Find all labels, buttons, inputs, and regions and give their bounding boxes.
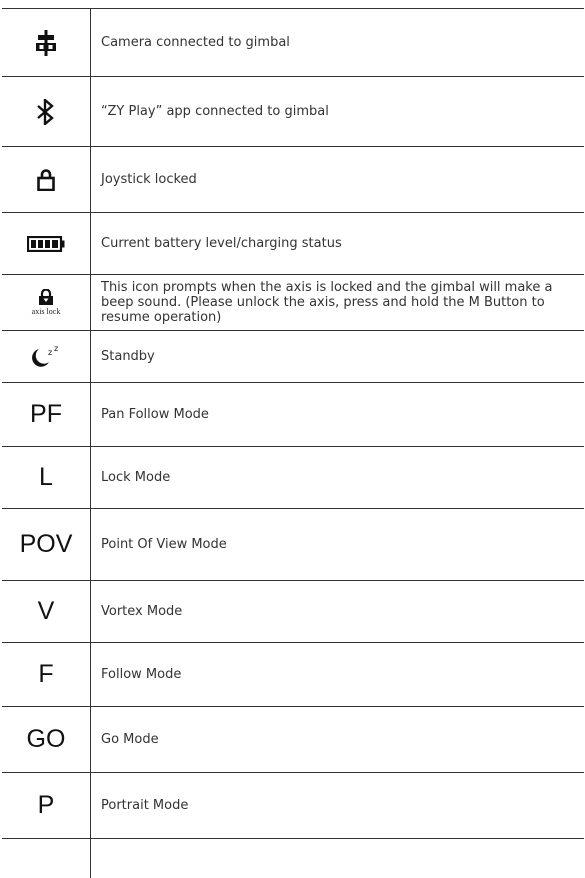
axis-lock-label: axis lock xyxy=(31,307,61,316)
axis-lock-icon: axis lock xyxy=(31,289,61,316)
row-description: Go Mode xyxy=(101,732,159,747)
icon-cell xyxy=(2,9,91,76)
icon-cell: F xyxy=(2,643,91,706)
svg-text:z: z xyxy=(54,345,58,353)
table-row: V Vortex Mode xyxy=(2,580,584,642)
row-description: Camera connected to gimbal xyxy=(101,35,290,50)
table-row: PF Pan Follow Mode xyxy=(2,382,584,446)
svg-text:z: z xyxy=(48,348,52,357)
icon-cell: P xyxy=(2,773,91,838)
mode-label: L xyxy=(39,463,53,491)
row-description: Current battery level/charging status xyxy=(101,236,342,251)
table-row: POV Point Of View Mode xyxy=(2,508,584,580)
icon-cell: axis lock xyxy=(2,275,91,330)
icon-table: Camera connected to gimbal “ZY Play” app… xyxy=(2,8,584,878)
lock-icon xyxy=(37,168,55,191)
row-description: Follow Mode xyxy=(101,667,182,682)
table-row: Camera connected to gimbal xyxy=(2,8,584,76)
mode-label: PF xyxy=(30,400,62,428)
mode-label: F xyxy=(38,660,54,688)
row-description: “ZY Play” app connected to gimbal xyxy=(101,104,329,119)
table-row: P Portrait Mode xyxy=(2,772,584,838)
mode-label: GO xyxy=(26,725,66,753)
row-description: Vortex Mode xyxy=(101,604,183,619)
table-row: z z Standby xyxy=(2,330,584,382)
table-row: “ZY Play” app connected to gimbal xyxy=(2,76,584,146)
row-description: Point Of View Mode xyxy=(101,537,227,552)
battery-icon xyxy=(27,235,65,252)
icon-cell xyxy=(2,213,91,274)
icon-cell xyxy=(2,839,91,878)
icon-cell xyxy=(2,147,91,212)
empty-cell xyxy=(91,839,584,877)
icon-cell: V xyxy=(2,581,91,642)
table-row: L Lock Mode xyxy=(2,446,584,508)
row-description: Standby xyxy=(101,349,155,364)
row-description: Pan Follow Mode xyxy=(101,407,209,422)
icon-cell: z z xyxy=(2,331,91,382)
mode-label: POV xyxy=(19,530,73,558)
icon-cell: GO xyxy=(2,707,91,772)
row-description: Joystick locked xyxy=(101,172,197,187)
mode-label: P xyxy=(37,791,55,819)
row-description: Lock Mode xyxy=(101,470,171,485)
table-row: Joystick locked xyxy=(2,146,584,212)
standby-moon-icon: z z xyxy=(32,345,58,367)
table-row: axis lock This icon prompts when the axi… xyxy=(2,274,584,330)
gimbal-connected-icon xyxy=(36,29,56,56)
table-tail xyxy=(2,838,584,878)
mode-label: V xyxy=(37,597,55,625)
icon-cell: POV xyxy=(2,509,91,580)
row-description: This icon prompts when the axis is locke… xyxy=(101,280,553,325)
icon-cell xyxy=(2,77,91,146)
table-row: F Follow Mode xyxy=(2,642,584,706)
icon-cell: PF xyxy=(2,383,91,446)
table-row: Current battery level/charging status xyxy=(2,212,584,274)
icon-cell: L xyxy=(2,447,91,508)
bluetooth-icon xyxy=(37,98,54,125)
row-description: Portrait Mode xyxy=(101,798,189,813)
table-row: GO Go Mode xyxy=(2,706,584,772)
